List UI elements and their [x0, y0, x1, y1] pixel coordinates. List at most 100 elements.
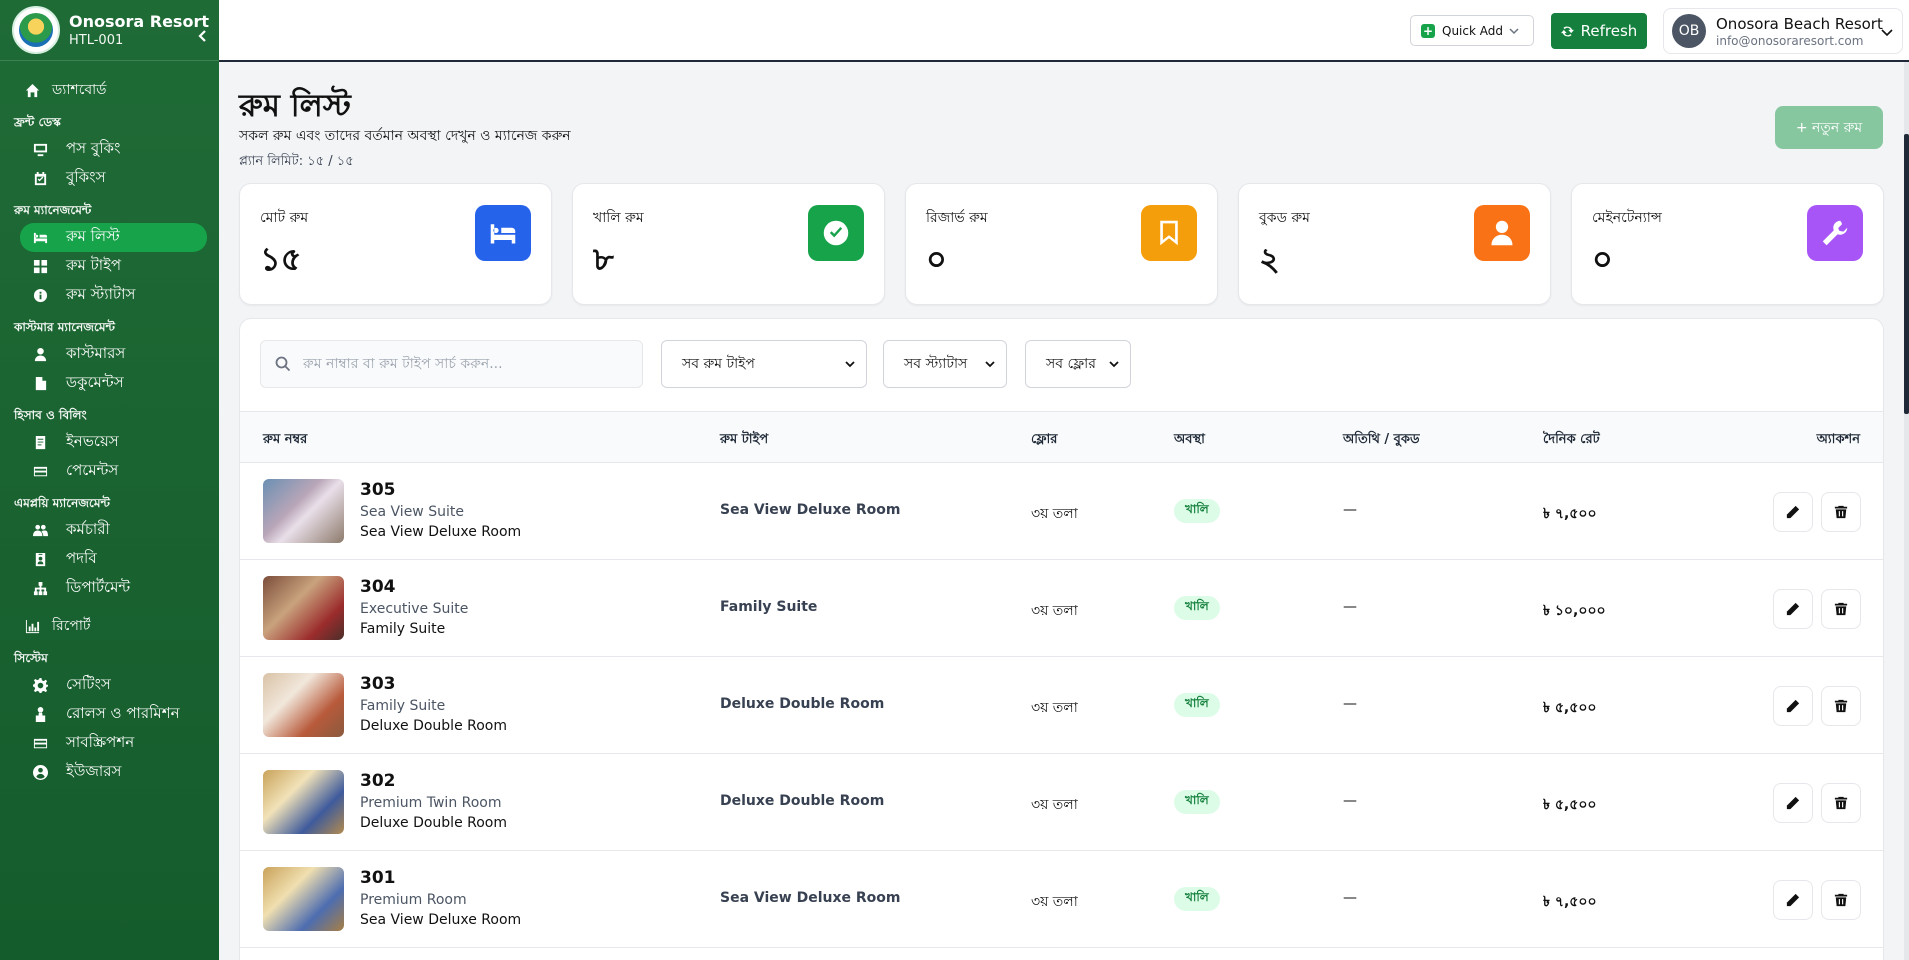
- sidebar-item-reports[interactable]: রিপোর্ট: [0, 611, 219, 641]
- user-circle-icon: [32, 765, 48, 781]
- stat-label: মোট রুম: [260, 210, 309, 226]
- table-row: 303 Family Suite Deluxe Double Room Delu…: [240, 657, 1883, 754]
- header-action: অ্যাকশন: [1816, 432, 1860, 447]
- stat-value: ১৫: [260, 240, 302, 278]
- stat-card-maintenance: মেইনটেন্যান্স ০: [1571, 183, 1884, 305]
- pencil-icon: [1786, 893, 1800, 907]
- search-input[interactable]: [303, 356, 623, 372]
- sidebar-item-payments[interactable]: পেমেন্টস: [20, 457, 207, 486]
- bed-icon: [32, 230, 48, 246]
- delete-button[interactable]: [1821, 492, 1861, 532]
- sidebar-item-settings[interactable]: সেটিংস: [20, 671, 207, 700]
- room-subtype: Family Suite: [360, 621, 446, 637]
- sidebar-item-label: সেটিংস: [66, 675, 111, 693]
- room-table-card: সব রুম টাইপ সব স্ট্যাটাস সব ফ্লোর রুম নম…: [239, 318, 1884, 960]
- floor-cell: ৩য় তলা: [1031, 603, 1078, 619]
- sidebar-item-label: ডকুমেন্টস: [66, 373, 124, 391]
- avatar: OB: [1672, 14, 1706, 48]
- sidebar-item-department[interactable]: ডিপার্টমেন্ট: [20, 574, 207, 603]
- sidebar-item-roles-permissions[interactable]: রোলস ও পারমিশন: [20, 700, 207, 729]
- sidebar-item-room-type[interactable]: রুম টাইপ: [20, 252, 207, 281]
- delete-button[interactable]: [1821, 589, 1861, 629]
- brand-header: Onosora Resort HTL-001: [0, 0, 219, 61]
- header-rate: দৈনিক রেট: [1543, 432, 1600, 447]
- scrollbar-track[interactable]: [1904, 62, 1909, 960]
- rate-cell: ৳ ৫,৫০০: [1543, 797, 1597, 813]
- delete-button[interactable]: [1821, 880, 1861, 920]
- monitor-icon: [32, 142, 48, 158]
- scrollbar-thumb[interactable]: [1904, 134, 1909, 414]
- stat-value: ০: [1592, 240, 1613, 278]
- sidebar-collapse-icon[interactable]: [195, 28, 211, 44]
- header-guest: অতিথি / বুকড: [1343, 432, 1420, 447]
- room-type-select[interactable]: সব রুম টাইপ: [661, 340, 867, 388]
- rate-cell: ৳ ৫,৫০০: [1543, 700, 1597, 716]
- floor-cell: ৩য় তলা: [1031, 506, 1078, 522]
- room-name: Family Suite: [360, 698, 446, 714]
- user-menu[interactable]: OB Onosora Beach Resort info@onosorareso…: [1663, 8, 1903, 54]
- stat-label: বুকড রুম: [1259, 210, 1310, 226]
- chevron-down-icon: [1509, 27, 1519, 34]
- sidebar-item-bookings[interactable]: বুকিংস: [20, 164, 207, 193]
- sidebar-item-label: রুম টাইপ: [66, 256, 122, 274]
- quick-add-button[interactable]: + Quick Add: [1410, 15, 1534, 46]
- refresh-button[interactable]: Refresh: [1551, 13, 1647, 49]
- sidebar-item-label: ডিপার্টমেন্ট: [66, 578, 131, 596]
- trash-icon: [1834, 505, 1848, 519]
- wrench-icon: [1807, 205, 1863, 261]
- room-type-cell: Sea View Deluxe Room: [720, 890, 901, 906]
- header-floor: ফ্লোর: [1031, 432, 1058, 447]
- rate-cell: ৳ ৭,৫০০: [1543, 894, 1597, 910]
- sidebar-item-customers[interactable]: কাস্টমারস: [20, 340, 207, 369]
- room-subtype: Sea View Deluxe Room: [360, 912, 522, 928]
- stats-row: মোট রুম ১৫ খালি রুম ৮ রিজার্ভ রুম ০ বুকড…: [239, 183, 1884, 305]
- room-number: 303: [360, 674, 396, 694]
- refresh-label: Refresh: [1580, 22, 1638, 40]
- rate-cell: ৳ ৭,৫০০: [1543, 506, 1597, 522]
- sidebar-item-label: সাবস্ক্রিপশন: [66, 733, 135, 751]
- sidebar-item-users[interactable]: ইউজারস: [20, 758, 207, 787]
- status-badge: খালি: [1174, 693, 1220, 717]
- edit-button[interactable]: [1773, 589, 1813, 629]
- room-thumbnail: [263, 479, 344, 543]
- credit-card-icon: [32, 736, 48, 752]
- sidebar-item-pos-booking[interactable]: পস বুকিং: [20, 135, 207, 164]
- nav-section-front-desk: ফ্রন্ট ডেস্ক: [14, 115, 61, 129]
- sidebar-item-documents[interactable]: ডকুমেন্টস: [20, 369, 207, 398]
- refresh-icon: [1560, 26, 1574, 36]
- stat-value: ০: [926, 240, 947, 278]
- sidebar-item-subscription[interactable]: সাবস্ক্রিপশন: [20, 729, 207, 758]
- id-badge-icon: [32, 552, 48, 568]
- delete-button[interactable]: [1821, 686, 1861, 726]
- sidebar-item-room-list[interactable]: রুম লিস্ট: [20, 223, 207, 252]
- status-select[interactable]: সব স্ট্যাটাস: [883, 340, 1007, 388]
- bar-chart-icon: [24, 618, 40, 634]
- room-thumbnail: [263, 770, 344, 834]
- bookmark-icon: [1141, 205, 1197, 261]
- stat-label: খালি রুম: [593, 210, 644, 226]
- sidebar-item-designation[interactable]: পদবি: [20, 545, 207, 574]
- room-number: 304: [360, 577, 396, 597]
- edit-button[interactable]: [1773, 686, 1813, 726]
- room-name: Executive Suite: [360, 601, 469, 617]
- sidebar-item-employees[interactable]: কর্মচারী: [20, 516, 207, 545]
- edit-button[interactable]: [1773, 880, 1813, 920]
- floor-select[interactable]: সব ফ্লোর: [1025, 340, 1131, 388]
- table-body: 305 Sea View Suite Sea View Deluxe Room …: [240, 463, 1883, 948]
- sidebar-item-dashboard[interactable]: ড্যাশবোর্ড: [0, 75, 219, 105]
- user-lock-icon: [32, 707, 48, 723]
- delete-button[interactable]: [1821, 783, 1861, 823]
- edit-button[interactable]: [1773, 783, 1813, 823]
- guest-cell: —: [1343, 696, 1357, 712]
- sidebar-item-invoice[interactable]: ইনভয়েস: [20, 428, 207, 457]
- user-email: info@onosoraresort.com: [1716, 33, 1864, 48]
- status-badge: খালি: [1174, 790, 1220, 814]
- user-icon: [1474, 205, 1530, 261]
- sidebar-nav: ড্যাশবোর্ড ফ্রন্ট ডেস্ক পস বুকিং বুকিংস …: [0, 61, 219, 787]
- room-thumbnail: [263, 576, 344, 640]
- sidebar-item-room-status[interactable]: রুম স্ট্যাটাস: [20, 281, 207, 310]
- main-content: রুম লিস্ট সকল রুম এবং তাদের বর্তমান অবস্…: [219, 62, 1909, 960]
- gear-icon: [32, 678, 48, 694]
- edit-button[interactable]: [1773, 492, 1813, 532]
- new-room-button[interactable]: + নতুন রুম: [1775, 106, 1883, 149]
